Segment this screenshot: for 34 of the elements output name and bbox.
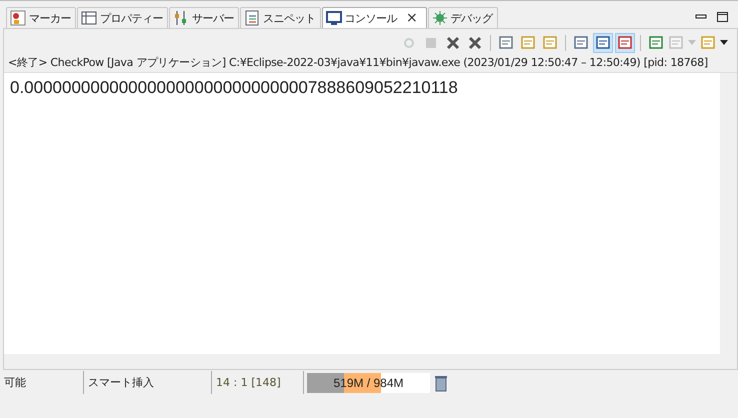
status-field: 14 : 1 [148]	[212, 371, 304, 394]
table-icon	[81, 10, 97, 26]
caret-icon	[688, 40, 696, 46]
tab-label: サーバー	[192, 10, 234, 26]
status-field: 可能	[0, 371, 84, 394]
view-tab[interactable]: サーバー	[169, 7, 239, 28]
stdout-button[interactable]	[593, 32, 613, 52]
maximize-icon[interactable]	[716, 11, 730, 23]
console-header: <終了> CheckPow [Java アプリケーション] C:¥Eclipse-2022-03¥java¥11¥bin¥javaw.exe (2023/01/29 12:50:47 – 12:50:49) [pid: 18768]	[7, 55, 709, 71]
tab-label: デバッグ	[450, 10, 493, 26]
tab-label: スニペット	[263, 10, 316, 26]
tab-label: コンソール	[344, 10, 397, 26]
view-tab[interactable]: コンソール ×	[322, 7, 427, 28]
caret-icon	[720, 40, 728, 46]
view-tab[interactable]: スニペット	[240, 7, 320, 28]
monitor-icon	[326, 10, 342, 26]
horizontal-scrollbar[interactable]	[4, 354, 720, 369]
tab-label: プロパティー	[100, 10, 163, 26]
status-field: スマート挿入	[84, 371, 212, 394]
bug-icon	[432, 10, 448, 26]
vertical-scrollbar[interactable]	[720, 73, 737, 369]
trash-icon[interactable]	[433, 374, 449, 392]
remove-icon	[445, 34, 461, 50]
document-icon	[244, 10, 260, 26]
view-tab[interactable]: プロパティー	[77, 7, 168, 28]
remove-all-icon	[467, 34, 483, 50]
stderr-button[interactable]	[615, 32, 635, 52]
close-button[interactable]: ×	[402, 11, 422, 25]
view-tab[interactable]: デバッグ	[428, 7, 498, 28]
tab-label: マーカー	[29, 10, 71, 26]
marker-icon	[10, 10, 26, 26]
sliders-icon	[173, 10, 189, 26]
output-line: 0.0000000000000000000000000000007888609052210118	[10, 77, 459, 99]
view-tab[interactable]: マーカー	[6, 7, 76, 28]
